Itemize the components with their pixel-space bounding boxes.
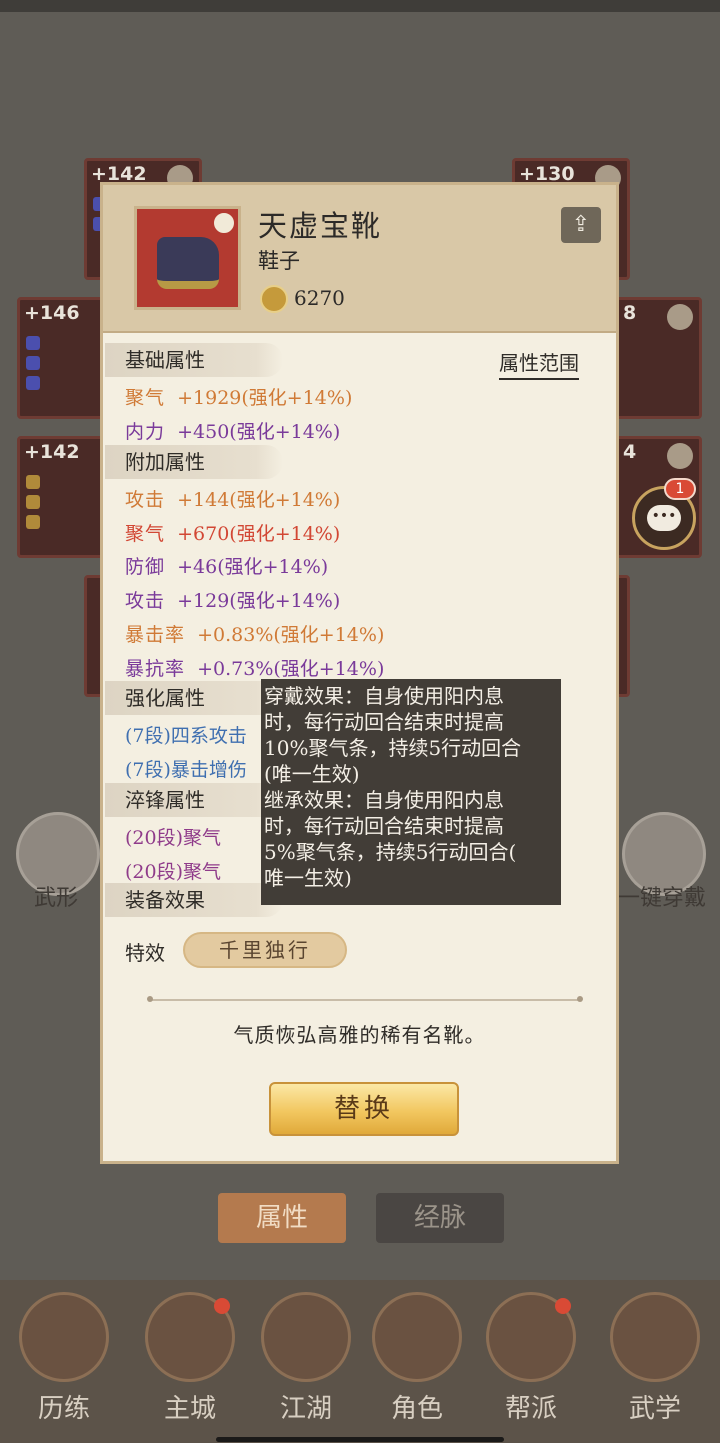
special-effect-button[interactable]: 千里独行 xyxy=(183,932,347,968)
nav-label: 角色 xyxy=(390,1394,443,1424)
wuxing-label: 武形 xyxy=(34,886,79,911)
top-bar xyxy=(0,0,720,12)
special-effect-tooltip: 穿戴效果：自身使用阳内息 时，每行动回合结束时提高 10%聚气条，持续5行动回合… xyxy=(261,679,561,905)
stat-val: +1929(强化+14%) xyxy=(177,387,353,409)
special-label: 特效 xyxy=(125,941,165,965)
section-temper-attrs: 淬锋属性 xyxy=(105,783,283,817)
martial-arts-icon xyxy=(610,1292,700,1382)
stat-key: 聚气 xyxy=(125,387,166,409)
nav-item-zhucheng[interactable]: 主城 xyxy=(140,1292,240,1432)
one-click-equip-label: 一键穿戴 xyxy=(618,886,707,911)
slot-level: +142 xyxy=(24,441,80,463)
chat-badge: 1 xyxy=(664,478,696,500)
stat-row: (20段)聚气 xyxy=(125,861,222,883)
nav-label: 江湖 xyxy=(279,1394,332,1424)
gem-icon xyxy=(26,376,40,390)
nav-item-lilian[interactable]: 历练 xyxy=(14,1292,114,1432)
item-type: 鞋子 xyxy=(258,249,300,273)
stat-key: 攻击 xyxy=(125,489,166,511)
power-icon xyxy=(260,285,288,313)
stat-row: (20段)聚气 xyxy=(125,827,222,849)
stat-row: 攻击 +129(强化+14%) xyxy=(125,586,340,613)
stat-row: 暴击率 +0.83%(强化+14%) xyxy=(125,620,384,647)
lilian-icon xyxy=(19,1292,109,1382)
item-description: 气质恢弘高雅的稀有名靴。 xyxy=(233,1023,486,1047)
stat-val: +0.83%(强化+14%) xyxy=(197,624,385,646)
gear-icon xyxy=(667,304,693,330)
stat-val: +46(强化+14%) xyxy=(177,556,329,578)
gem-icon xyxy=(26,495,40,509)
nav-label: 历练 xyxy=(37,1394,90,1424)
nav-item-jianghu[interactable]: 江湖 xyxy=(256,1292,356,1432)
stat-row: (7段)四系攻击 xyxy=(125,725,247,747)
nav-item-bangpai[interactable]: 帮派 xyxy=(481,1292,581,1432)
stat-val: +129(强化+14%) xyxy=(177,590,341,612)
tooltip-line: 继承效果：自身使用阳内息 xyxy=(264,788,504,812)
stat-row: 聚气 +1929(强化+14%) xyxy=(125,383,352,410)
slot-level: +146 xyxy=(24,302,80,324)
nav-item-wuxue[interactable]: 武学 xyxy=(605,1292,705,1432)
item-icon-frame xyxy=(134,206,241,310)
gem-icon xyxy=(26,356,40,370)
home-indicator[interactable] xyxy=(216,1437,504,1442)
nav-item-juese[interactable]: 角色 xyxy=(367,1292,467,1432)
notification-dot xyxy=(555,1298,571,1314)
stat-key: 防御 xyxy=(125,556,166,578)
stat-row: 内力 +450(强化+14%) xyxy=(125,417,340,444)
gem-icon xyxy=(26,475,40,489)
share-icon: ⇪ xyxy=(571,212,591,237)
tooltip-line: 时，每行动回合结束时提高 xyxy=(264,710,504,734)
tooltip-line: 穿戴效果：自身使用阳内息 xyxy=(264,684,504,708)
attr-range-button[interactable]: 属性范围 xyxy=(499,347,579,380)
share-button[interactable]: ⇪ xyxy=(561,207,601,243)
tooltip-line: 10%聚气条，持续5行动回合 xyxy=(264,736,522,760)
stat-val: +450(强化+14%) xyxy=(177,421,341,443)
item-header: 天虚宝靴 鞋子 6270 ⇪ xyxy=(103,185,616,333)
boots-icon xyxy=(157,237,219,289)
nav-label: 主城 xyxy=(163,1394,216,1424)
stat-key: 聚气 xyxy=(125,523,166,545)
character-icon xyxy=(372,1292,462,1382)
stat-row: 防御 +46(强化+14%) xyxy=(125,552,328,579)
tab-attributes[interactable]: 属性 xyxy=(218,1193,346,1243)
stat-key: 暴抗率 xyxy=(125,658,186,680)
tooltip-line: 唯一生效) xyxy=(264,866,352,890)
section-equip-effect: 装备效果 xyxy=(105,883,283,917)
slot-level: 4 xyxy=(623,441,637,463)
stat-row: 攻击 +144(强化+14%) xyxy=(125,485,340,512)
chat-icon: ••• xyxy=(647,505,681,531)
slot-level: 8 xyxy=(623,302,637,324)
tooltip-line: 5%聚气条，持续5行动回合( xyxy=(264,840,517,864)
replace-button[interactable]: 替换 xyxy=(269,1082,459,1136)
divider-dot xyxy=(147,996,153,1002)
section-base-attrs: 基础属性 xyxy=(105,343,283,377)
stat-row: 聚气 +670(强化+14%) xyxy=(125,519,340,546)
nav-label: 武学 xyxy=(628,1394,681,1424)
quality-star-icon xyxy=(212,211,236,235)
gem-icon xyxy=(26,336,40,350)
stat-key: 内力 xyxy=(125,421,166,443)
stat-key: 攻击 xyxy=(125,590,166,612)
section-enhance-attrs: 强化属性 xyxy=(105,681,283,715)
gear-icon xyxy=(667,443,693,469)
item-name: 天虚宝靴 xyxy=(258,209,383,243)
item-detail-panel: 天虚宝靴 鞋子 6270 ⇪ 基础属性 属性范围 聚气 +1929(强化+14%… xyxy=(100,182,619,1164)
section-extra-attrs: 附加属性 xyxy=(105,445,283,479)
gem-icon xyxy=(26,515,40,529)
stat-val: +144(强化+14%) xyxy=(177,489,341,511)
nav-label: 帮派 xyxy=(504,1394,557,1424)
power-value: 6270 xyxy=(294,286,345,310)
stat-row: (7段)暴击增伤 xyxy=(125,759,247,781)
tab-meridian[interactable]: 经脉 xyxy=(376,1193,504,1243)
jianghu-icon xyxy=(261,1292,351,1382)
stat-row: 暴抗率 +0.73%(强化+14%) xyxy=(125,654,384,681)
tooltip-line: 时，每行动回合结束时提高 xyxy=(264,814,504,838)
tooltip-line: (唯一生效) xyxy=(264,762,360,786)
stat-key: 暴击率 xyxy=(125,624,186,646)
divider xyxy=(151,999,581,1001)
notification-dot xyxy=(214,1298,230,1314)
stat-val: +670(强化+14%) xyxy=(177,523,341,545)
stat-val: +0.73%(强化+14%) xyxy=(197,658,385,680)
divider-dot xyxy=(577,996,583,1002)
